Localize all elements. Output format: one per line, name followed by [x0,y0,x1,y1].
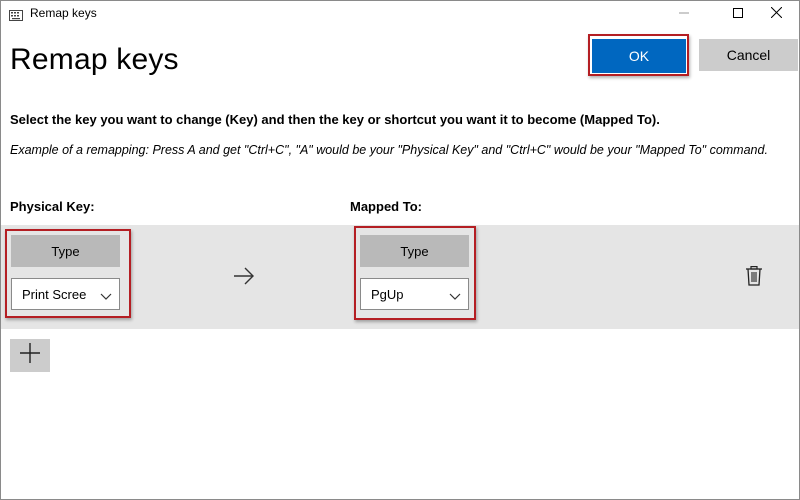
right-arrow-icon [233,267,255,290]
minimize-icon [679,5,689,23]
mapped-key-highlight-box [354,226,476,320]
plus-icon [20,343,40,368]
maximize-icon [733,5,743,23]
instruction-text: Select the key you want to change (Key) … [10,112,660,127]
keyboard-icon [9,8,23,26]
ok-highlight-box [588,34,689,76]
add-remapping-button[interactable] [10,339,50,372]
example-text: Example of a remapping: Press A and get … [10,143,768,157]
physical-key-highlight-box [5,229,131,318]
page-title: Remap keys [10,43,179,76]
remap-keys-window: Remap keys Remap keys OK Cancel Select t… [0,0,800,500]
cancel-button[interactable]: Cancel [699,39,798,71]
mapped-to-label: Mapped To: [350,199,422,214]
window-title: Remap keys [30,6,97,20]
close-icon [770,5,782,23]
trash-icon[interactable] [746,266,762,291]
physical-key-label: Physical Key: [10,199,95,214]
close-button[interactable] [753,1,799,27]
title-bar: Remap keys [1,1,799,27]
minimize-button[interactable] [661,1,707,27]
